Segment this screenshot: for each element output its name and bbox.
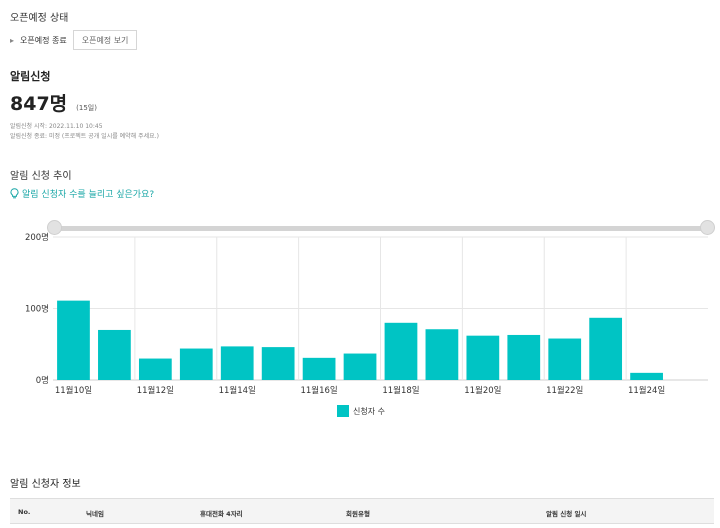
y-tick-label: 0명 — [36, 375, 49, 386]
alarm-title: 알림신청 — [10, 70, 51, 83]
legend-swatch — [337, 405, 349, 417]
x-tick-label: 11월24일 — [628, 385, 665, 396]
x-tick-label: 11월22일 — [546, 385, 583, 396]
x-tick-label: 11월20일 — [464, 385, 501, 396]
view-open-button[interactable]: 오픈예정 보기 — [72, 30, 138, 50]
trend-title: 알림 신청 추이 — [10, 171, 72, 182]
alarm-end-date: 알림신청 종료: 미정 (프로젝트 공개 일시를 예약해 주세요.) — [10, 133, 159, 140]
open-status-row: ▸ 오픈예정 종료 오픈예정 보기 — [10, 30, 138, 50]
alarm-days: (15일) — [76, 104, 97, 112]
y-tick-label: 200명 — [25, 232, 49, 243]
chart-bar — [507, 334, 541, 380]
chart-bar — [302, 357, 336, 380]
chart-bar — [57, 300, 90, 380]
chart-bar — [589, 317, 623, 380]
col-member-type: 회원유형 — [346, 510, 370, 518]
tip-text: 알림 신청자 수를 늘리고 싶은가요? — [22, 190, 155, 200]
col-alarm-date: 알림 신청 일시 — [546, 510, 587, 518]
alarm-count-row: 847명 (15일) — [10, 89, 97, 116]
bullet-icon: ▸ — [10, 35, 15, 45]
alarm-start-date: 알림신청 시작: 2022.11.10 10:45 — [10, 123, 103, 130]
chart-bar — [548, 338, 582, 380]
chart-bar — [220, 346, 254, 380]
applicant-table-header: No. 닉네임 휴대전화 4자리 회원유형 알림 신청 일시 — [10, 498, 714, 524]
tip-link[interactable]: 알림 신청자 수를 늘리고 싶은가요? — [10, 187, 154, 200]
alarm-count: 847명 — [10, 93, 68, 115]
applicant-info-title: 알림 신청자 정보 — [10, 479, 81, 490]
lightbulb-icon — [10, 188, 19, 199]
chart-bar — [425, 329, 459, 380]
chart-bar — [343, 353, 377, 380]
legend-label: 신청자 수 — [353, 406, 385, 416]
x-tick-label: 11월14일 — [219, 385, 256, 396]
chart-bar — [261, 347, 295, 380]
chart-legend[interactable]: 신청자 수 — [337, 405, 385, 417]
x-tick-label: 11월10일 — [55, 385, 92, 396]
x-tick-label: 11월18일 — [382, 385, 419, 396]
chart-bar — [98, 329, 131, 380]
y-tick-label: 100명 — [25, 304, 49, 315]
open-status-type: 오픈예정 종료 — [20, 35, 67, 45]
col-phone: 휴대전화 4자리 — [200, 510, 243, 518]
open-status-title: 오픈예정 상태 — [10, 13, 69, 24]
chart-bar — [630, 372, 663, 380]
x-tick-label: 11월12일 — [137, 385, 174, 396]
col-no: No. — [18, 508, 31, 516]
chart-bar — [466, 335, 500, 380]
chart-bar — [179, 348, 213, 380]
chart-bar — [138, 358, 172, 380]
col-nickname: 닉네임 — [86, 510, 104, 518]
chart-bar — [384, 322, 418, 380]
applicant-trend-chart: 0명 100명 200명 11월10일 11월12일 11월14일 11월16일 11월18일… — [25, 232, 708, 396]
x-tick-label: 11월16일 — [300, 385, 337, 396]
